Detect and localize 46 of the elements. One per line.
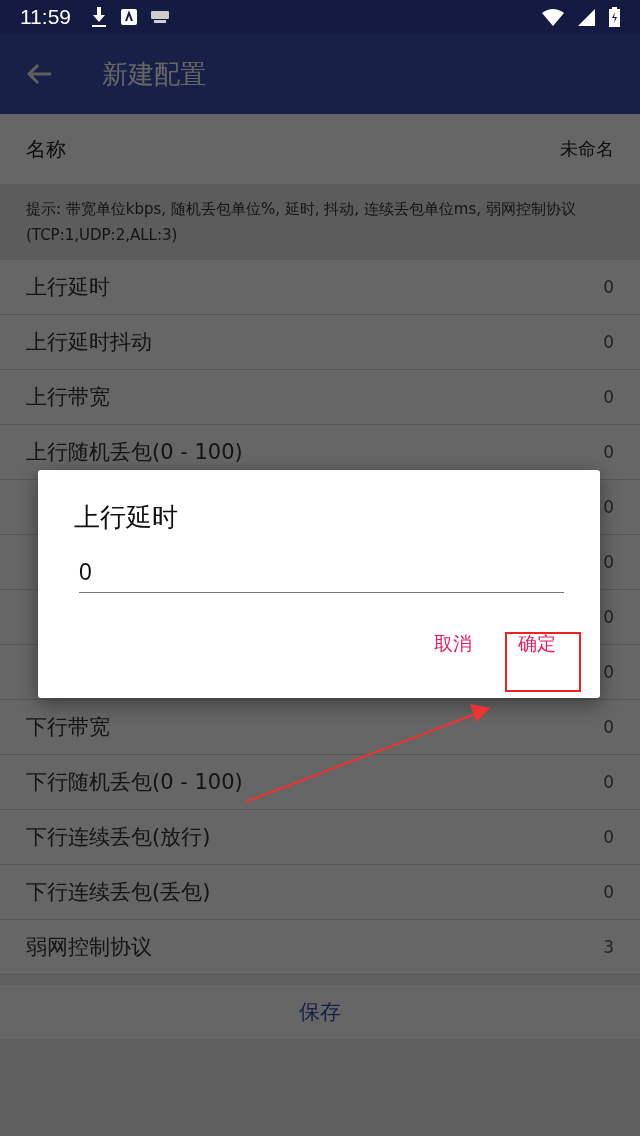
download-icon	[91, 7, 107, 27]
setting-row[interactable]: 上行带宽 0	[0, 370, 640, 425]
setting-value: 0	[603, 607, 614, 627]
setting-label: 上行随机丢包(0 - 100)	[26, 439, 243, 466]
setting-value: 0	[603, 882, 614, 902]
input-field[interactable]: 0	[79, 555, 564, 593]
dialog-title: 上行延时	[74, 501, 179, 534]
dialog-button[interactable]: 确定	[518, 631, 556, 657]
keyboard-icon	[151, 11, 169, 23]
signal-icon	[578, 8, 595, 26]
setting-value: 0	[603, 332, 614, 352]
dialog-button[interactable]: 取消	[434, 631, 472, 657]
screen-title: 新建配置	[102, 57, 206, 91]
setting-label: 上行带宽	[26, 384, 110, 411]
setting-row[interactable]: 上行延时抖动 0	[0, 315, 640, 370]
setting-row[interactable]: 上行延时 0	[0, 260, 640, 315]
setting-value: 0	[603, 717, 614, 737]
setting-row[interactable]: 下行连续丢包(放行) 0	[0, 810, 640, 865]
setting-value: 0	[603, 827, 614, 847]
app-icon	[121, 9, 137, 25]
setting-label: 下行连续丢包(丢包)	[26, 879, 211, 906]
setting-value: 0	[603, 277, 614, 297]
setting-row[interactable]: 下行随机丢包(0 - 100) 0	[0, 755, 640, 810]
setting-row[interactable]: 下行带宽 0	[0, 700, 640, 755]
setting-value: 0	[603, 497, 614, 517]
name-label: 名称	[26, 135, 66, 163]
setting-label: 下行连续丢包(放行)	[26, 824, 211, 851]
setting-value: 0	[603, 662, 614, 682]
back-arrow-icon[interactable]	[26, 63, 52, 85]
status-time: 11:59	[20, 5, 71, 29]
wifi-icon	[542, 8, 564, 26]
setting-value: 0	[603, 387, 614, 407]
name-value: 未命名	[560, 137, 614, 161]
setting-label: 弱网控制协议	[26, 934, 152, 961]
setting-value: 3	[603, 937, 614, 957]
battery-icon	[609, 7, 620, 27]
setting-value: 0	[603, 442, 614, 462]
setting-label: 下行随机丢包(0 - 100)	[26, 769, 243, 796]
save-button[interactable]: 保存	[0, 985, 640, 1039]
setting-label: 上行延时抖动	[26, 329, 152, 356]
setting-row[interactable]: 弱网控制协议 3	[0, 920, 640, 975]
setting-value: 0	[603, 772, 614, 792]
setting-value: 0	[603, 552, 614, 572]
setting-label: 上行延时	[26, 274, 110, 301]
setting-label: 下行带宽	[26, 714, 110, 741]
setting-row[interactable]: 下行连续丢包(丢包) 0	[0, 865, 640, 920]
